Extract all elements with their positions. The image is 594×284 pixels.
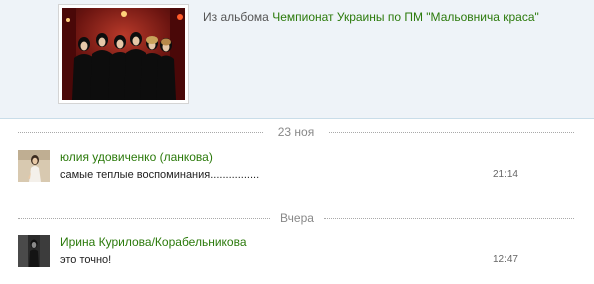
comment-text: самые теплые воспоминания...............… xyxy=(60,169,260,181)
comment-text: это точно! xyxy=(60,254,112,266)
album-photo-panel: Из альбома Чемпионат Украины по ПМ "Маль… xyxy=(0,0,594,119)
user-photo-avatar-icon xyxy=(18,235,50,267)
album-link[interactable]: Чемпионат Украины по ПМ "Мальовнича крас… xyxy=(272,10,539,24)
date-separator: 23 ноя xyxy=(18,125,574,139)
comment-time: 12:47 xyxy=(492,254,518,265)
album-photo[interactable] xyxy=(58,4,189,104)
user-photo-avatar-icon xyxy=(18,150,50,182)
comments-page: Из альбома Чемпионат Украины по ПМ "Маль… xyxy=(0,0,594,284)
comment-item: юлия удовиченко (ланкова) самые теплые в… xyxy=(18,150,574,184)
separator-line xyxy=(18,132,263,133)
comment-author[interactable]: юлия удовиченко (ланкова) xyxy=(60,150,213,164)
comment-author[interactable]: Ирина Курилова/Корабельникова xyxy=(60,235,247,249)
separator-line xyxy=(18,218,270,219)
date-separator: Вчера xyxy=(18,211,574,225)
album-caption: Из альбома Чемпионат Украины по ПМ "Маль… xyxy=(203,10,539,24)
separator-line xyxy=(329,132,574,133)
comment-item: Ирина Курилова/Корабельникова это точно!… xyxy=(18,235,574,269)
separator-line xyxy=(324,218,574,219)
date-label: 23 ноя xyxy=(277,125,315,139)
user-avatar[interactable] xyxy=(18,235,50,267)
user-avatar[interactable] xyxy=(18,150,50,182)
comment-time: 21:14 xyxy=(492,169,518,180)
group-photo-image xyxy=(62,8,185,100)
date-label: Вчера xyxy=(280,211,314,225)
album-caption-prefix: Из альбома xyxy=(203,10,269,24)
